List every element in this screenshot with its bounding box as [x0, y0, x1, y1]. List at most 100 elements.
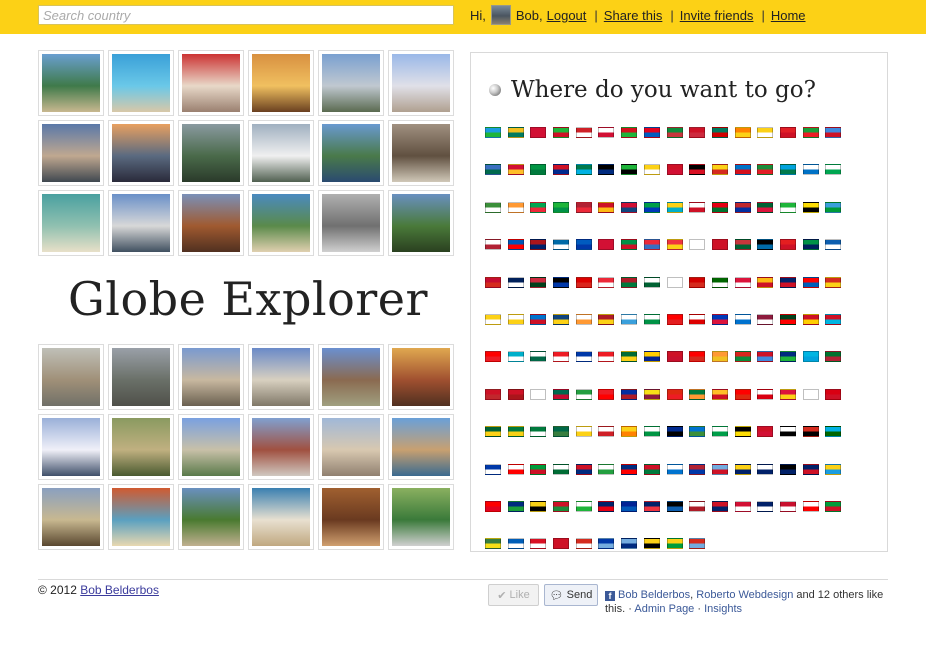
- country-flag[interactable]: [553, 164, 570, 176]
- country-flag[interactable]: [530, 313, 547, 325]
- country-flag[interactable]: [757, 276, 774, 288]
- photo-tile[interactable]: [38, 190, 104, 256]
- photo-tile[interactable]: [318, 484, 384, 550]
- country-flag[interactable]: [575, 463, 592, 475]
- country-flag[interactable]: [825, 426, 842, 438]
- country-flag[interactable]: [598, 500, 615, 512]
- country-flag[interactable]: [779, 164, 796, 176]
- country-flag[interactable]: [553, 538, 570, 550]
- country-flag[interactable]: [530, 351, 547, 363]
- country-flag[interactable]: [825, 463, 842, 475]
- country-flag[interactable]: [598, 239, 615, 251]
- country-flag[interactable]: [779, 276, 796, 288]
- fb-friend-link[interactable]: Roberto Webdesign: [696, 589, 793, 601]
- country-flag[interactable]: [553, 388, 570, 400]
- photo-tile[interactable]: [388, 50, 454, 116]
- country-flag[interactable]: [802, 201, 819, 213]
- country-flag[interactable]: [485, 500, 501, 512]
- country-flag[interactable]: [689, 500, 706, 512]
- photo-tile[interactable]: [108, 50, 174, 116]
- country-flag[interactable]: [711, 351, 728, 363]
- country-flag[interactable]: [711, 426, 728, 438]
- country-flag[interactable]: [507, 201, 524, 213]
- country-flag[interactable]: [507, 463, 524, 475]
- country-flag[interactable]: [825, 201, 842, 213]
- photo-tile[interactable]: [248, 120, 314, 186]
- country-flag[interactable]: [530, 239, 547, 251]
- author-link[interactable]: Bob Belderbos: [80, 583, 159, 597]
- country-flag[interactable]: [734, 463, 751, 475]
- photo-tile[interactable]: [318, 120, 384, 186]
- country-flag[interactable]: [643, 201, 660, 213]
- insights-link[interactable]: Insights: [704, 603, 742, 615]
- country-flag[interactable]: [779, 313, 796, 325]
- country-flag[interactable]: [689, 164, 706, 176]
- country-flag[interactable]: [598, 538, 615, 550]
- country-flag[interactable]: [643, 164, 660, 176]
- country-flag[interactable]: [575, 239, 592, 251]
- country-flag[interactable]: [621, 426, 638, 438]
- country-flag[interactable]: [757, 388, 774, 400]
- country-flag[interactable]: [779, 201, 796, 213]
- country-flag[interactable]: [553, 463, 570, 475]
- country-flag[interactable]: [530, 164, 547, 176]
- country-flag[interactable]: [711, 201, 728, 213]
- country-flag[interactable]: [711, 239, 728, 251]
- country-flag[interactable]: [666, 426, 683, 438]
- country-flag[interactable]: [575, 388, 592, 400]
- photo-tile[interactable]: [388, 190, 454, 256]
- photo-tile[interactable]: [108, 484, 174, 550]
- country-flag[interactable]: [643, 500, 660, 512]
- country-flag[interactable]: [507, 351, 524, 363]
- photo-tile[interactable]: [178, 120, 244, 186]
- country-flag[interactable]: [825, 164, 842, 176]
- country-flag[interactable]: [689, 388, 706, 400]
- country-flag[interactable]: [689, 538, 706, 550]
- country-flag[interactable]: [553, 201, 570, 213]
- country-flag[interactable]: [802, 426, 819, 438]
- country-flag[interactable]: [802, 500, 819, 512]
- photo-tile[interactable]: [178, 190, 244, 256]
- country-flag[interactable]: [711, 276, 728, 288]
- photo-tile[interactable]: [318, 50, 384, 116]
- photo-tile[interactable]: [248, 344, 314, 410]
- country-flag[interactable]: [643, 426, 660, 438]
- country-flag[interactable]: [485, 239, 501, 251]
- country-flag[interactable]: [666, 351, 683, 363]
- admin-page-link[interactable]: Admin Page: [634, 603, 694, 615]
- country-flag[interactable]: [575, 538, 592, 550]
- country-flag[interactable]: [734, 276, 751, 288]
- country-flag[interactable]: [553, 239, 570, 251]
- country-flag[interactable]: [757, 426, 774, 438]
- country-flag[interactable]: [734, 164, 751, 176]
- country-flag[interactable]: [485, 127, 501, 138]
- country-flag[interactable]: [621, 538, 638, 550]
- country-flag[interactable]: [825, 127, 842, 138]
- country-flag[interactable]: [598, 388, 615, 400]
- photo-tile[interactable]: [178, 414, 244, 480]
- photo-tile[interactable]: [38, 50, 104, 116]
- country-flag[interactable]: [598, 426, 615, 438]
- country-flag[interactable]: [598, 276, 615, 288]
- country-flag[interactable]: [621, 388, 638, 400]
- country-flag[interactable]: [825, 388, 842, 400]
- photo-tile[interactable]: [178, 344, 244, 410]
- photo-tile[interactable]: [38, 120, 104, 186]
- country-flag[interactable]: [530, 201, 547, 213]
- country-flag[interactable]: [485, 351, 501, 363]
- country-flag[interactable]: [530, 388, 547, 400]
- country-flag[interactable]: [802, 313, 819, 325]
- photo-tile[interactable]: [248, 484, 314, 550]
- country-flag[interactable]: [666, 201, 683, 213]
- country-flag[interactable]: [757, 164, 774, 176]
- photo-tile[interactable]: [178, 484, 244, 550]
- photo-tile[interactable]: [38, 484, 104, 550]
- share-this-link[interactable]: Share this: [604, 8, 663, 23]
- country-flag[interactable]: [575, 276, 592, 288]
- photo-tile[interactable]: [108, 120, 174, 186]
- country-flag[interactable]: [825, 351, 842, 363]
- country-flag[interactable]: [802, 239, 819, 251]
- country-flag[interactable]: [757, 313, 774, 325]
- country-flag[interactable]: [666, 239, 683, 251]
- country-flag[interactable]: [802, 127, 819, 138]
